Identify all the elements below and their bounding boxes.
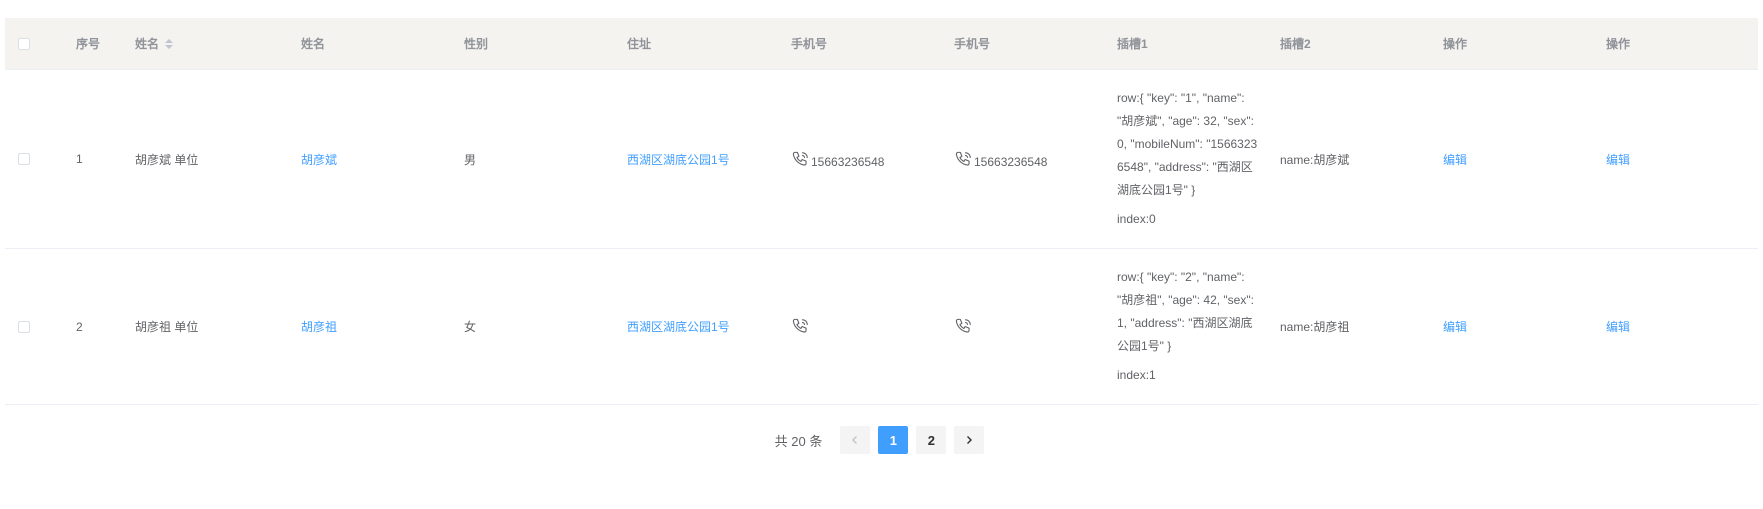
name-link[interactable]: 胡彦斌 (301, 151, 337, 168)
phone-number: 15663236548 (811, 154, 885, 169)
row-op1[interactable]: 编辑 (1443, 70, 1467, 248)
phone-icon (792, 151, 808, 166)
slot1-index: index:1 (1117, 368, 1156, 382)
page-button-1[interactable]: 1 (878, 426, 909, 454)
phone-icon (955, 318, 971, 333)
header-name2: 姓名 (301, 37, 326, 51)
next-page-button[interactable] (954, 426, 985, 454)
phone-display (954, 317, 974, 336)
page-button-2[interactable]: 2 (916, 426, 947, 454)
row-phone2: 15663236548 (954, 70, 1047, 248)
row-name-unit: 胡彦斌 单位 (135, 152, 199, 167)
phone-icon (792, 318, 808, 333)
row-address[interactable]: 西湖区湖底公园1号 (627, 70, 730, 248)
header-sex: 性别 (464, 37, 489, 51)
prev-page-button[interactable] (840, 426, 871, 454)
edit-button[interactable]: 编辑 (1443, 151, 1467, 168)
row-phone1: 15663236548 (791, 70, 884, 248)
row-phone1 (791, 249, 811, 404)
header-address: 住址 (627, 37, 652, 51)
row-op1[interactable]: 编辑 (1443, 249, 1467, 404)
pagination-total: 共 20 条 (774, 433, 823, 449)
row-index: 1 (76, 152, 83, 166)
header-op1: 操作 (1443, 37, 1468, 51)
row-sex: 男 (464, 152, 477, 167)
header-name-sortable[interactable]: 姓名 (135, 18, 174, 69)
row-checkbox[interactable] (18, 320, 30, 333)
phone-display (791, 317, 811, 336)
row-name-unit: 胡彦祖 单位 (135, 320, 199, 334)
edit-button[interactable]: 编辑 (1606, 318, 1630, 335)
chevron-right-icon (967, 436, 973, 444)
header-phone2: 手机号 (954, 37, 991, 51)
header-phone1: 手机号 (791, 37, 828, 51)
header-index: 序号 (76, 37, 101, 51)
table-row: 2 胡彦祖 单位 胡彦祖 女 西湖区湖底公园1号 row:{ "key": "2… (5, 249, 1758, 405)
edit-button[interactable]: 编辑 (1443, 318, 1467, 335)
row-select-cell (18, 249, 30, 404)
select-all-cell (18, 18, 30, 69)
row-checkbox[interactable] (18, 153, 30, 165)
header-slot2: 插槽2 (1280, 37, 1311, 51)
row-slot1: row:{ "key": "1", "name": "胡彦斌", "age": … (1117, 70, 1263, 248)
phone-display: 15663236548 (954, 150, 1047, 169)
row-op2[interactable]: 编辑 (1606, 70, 1630, 248)
row-name-link[interactable]: 胡彦祖 (301, 249, 337, 404)
table-row: 1 胡彦斌 单位 胡彦斌 男 西湖区湖底公园1号 15663236548 156… (5, 70, 1758, 249)
row-phone2 (954, 249, 974, 404)
chevron-left-icon (852, 436, 858, 444)
row-address[interactable]: 西湖区湖底公园1号 (627, 249, 730, 404)
row-slot2: name:胡彦斌 (1280, 152, 1350, 167)
table-header: 序号 姓名 姓名 性别 住址 手机号 手机号 插槽1 插槽2 操作 操作 (5, 18, 1758, 70)
row-slot1: row:{ "key": "2", "name": "胡彦祖", "age": … (1117, 249, 1263, 404)
edit-button[interactable]: 编辑 (1606, 151, 1630, 168)
slot1-row-json: row:{ "key": "1", "name": "胡彦斌", "age": … (1117, 91, 1258, 197)
address-link[interactable]: 西湖区湖底公园1号 (627, 151, 730, 168)
select-all-checkbox[interactable] (18, 37, 30, 50)
row-op2[interactable]: 编辑 (1606, 249, 1630, 404)
sort-caret-icon[interactable] (165, 38, 174, 49)
header-name-label: 姓名 (135, 37, 160, 51)
row-name-link[interactable]: 胡彦斌 (301, 70, 337, 248)
phone-icon (955, 151, 971, 166)
name-link[interactable]: 胡彦祖 (301, 318, 337, 335)
row-select-cell (18, 70, 30, 248)
header-slot1: 插槽1 (1117, 37, 1148, 51)
row-slot2: name:胡彦祖 (1280, 320, 1350, 334)
address-link[interactable]: 西湖区湖底公园1号 (627, 318, 730, 335)
slot1-index: index:0 (1117, 212, 1156, 226)
phone-display: 15663236548 (791, 150, 884, 169)
slot1-row-json: row:{ "key": "2", "name": "胡彦祖", "age": … (1117, 270, 1254, 353)
pagination: 共 20 条 1 2 (0, 426, 1763, 454)
header-op2: 操作 (1606, 37, 1631, 51)
row-sex: 女 (464, 320, 477, 334)
row-index: 2 (76, 319, 83, 334)
phone-number: 15663236548 (974, 154, 1048, 169)
data-table: 序号 姓名 姓名 性别 住址 手机号 手机号 插槽1 插槽2 操作 操作 1 胡… (5, 18, 1758, 405)
